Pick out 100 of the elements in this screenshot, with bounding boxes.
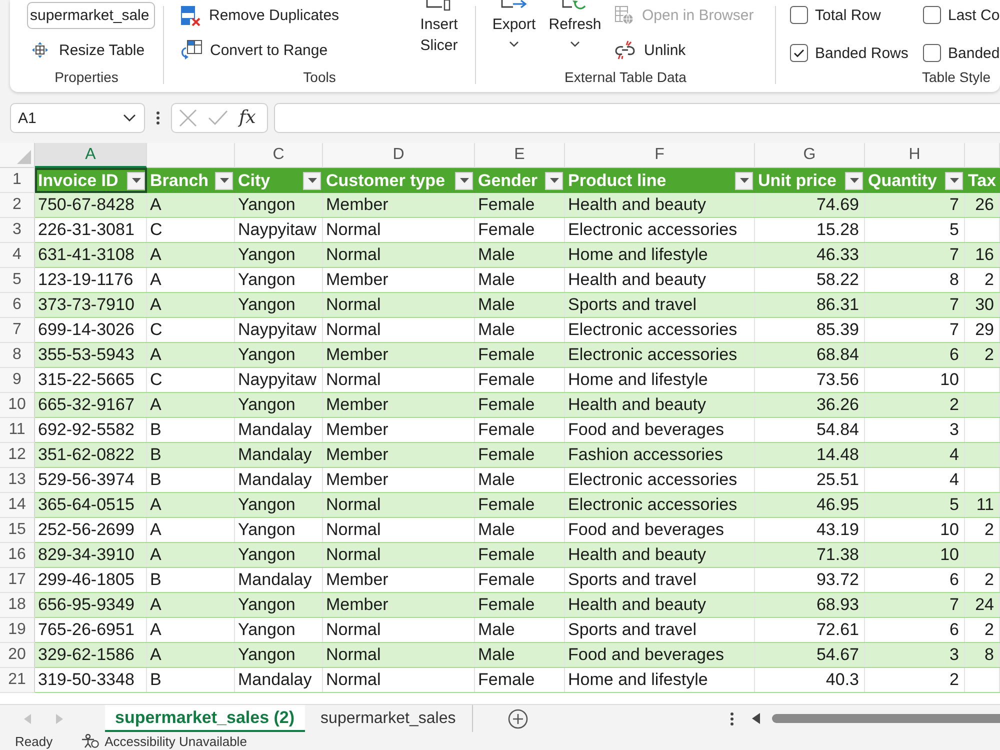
row-header[interactable]: 12: [0, 443, 35, 468]
table-cell: Normal: [323, 218, 475, 242]
filter-button[interactable]: [735, 172, 753, 190]
column-header[interactable]: F: [565, 143, 755, 168]
accessibility-status[interactable]: Accessibility Unavailable: [104, 734, 247, 748]
row-header[interactable]: 19: [0, 618, 35, 643]
table-cell: 2: [965, 568, 1000, 592]
table-cell: 14.48: [755, 443, 865, 467]
checkbox[interactable]: [790, 44, 808, 62]
table-cell: 299-46-1805: [35, 568, 147, 592]
table-cell: Health and beauty: [565, 193, 755, 217]
table-cell: 10: [865, 543, 965, 567]
row-header[interactable]: 21: [0, 668, 35, 693]
table-cell: Health and beauty: [565, 393, 755, 417]
table-cell: Normal: [323, 518, 475, 542]
filter-button[interactable]: [303, 172, 321, 190]
filter-button[interactable]: [127, 172, 145, 190]
caret-icon: [850, 178, 858, 183]
export-button[interactable]: Export: [488, 0, 540, 68]
table-cell: C: [147, 318, 235, 342]
column-header[interactable]: A: [35, 143, 147, 168]
table-cell: Male: [475, 643, 565, 667]
row-header[interactable]: 18: [0, 593, 35, 618]
caret-icon: [132, 178, 140, 183]
table-cell: Yangon: [235, 343, 323, 367]
checkbox-label[interactable]: Banded Rows: [815, 44, 908, 62]
convert-to-range-button[interactable]: Convert to Range: [180, 38, 328, 62]
table-cell: A: [147, 343, 235, 367]
table-cell: 2: [965, 343, 1000, 367]
column-header[interactable]: C: [235, 143, 323, 168]
row-header[interactable]: 6: [0, 293, 35, 318]
row-header[interactable]: 13: [0, 468, 35, 493]
checkbox-label[interactable]: Banded: [948, 44, 1000, 62]
row-header[interactable]: 5: [0, 268, 35, 293]
table-cell: 30: [965, 293, 1000, 317]
chevron-down-icon: [123, 114, 136, 122]
row-header[interactable]: 15: [0, 518, 35, 543]
table-cell: Electronic accessories: [565, 218, 755, 242]
column-header[interactable]: D: [323, 143, 475, 168]
row-header[interactable]: 11: [0, 418, 35, 443]
table-cell: Naypyitaw: [235, 318, 323, 342]
row-header[interactable]: 8: [0, 343, 35, 368]
row-header[interactable]: 3: [0, 218, 35, 243]
checkmark-icon[interactable]: [208, 110, 228, 126]
checkbox-label[interactable]: Last Co: [948, 6, 1000, 24]
column-header[interactable]: G: [755, 143, 865, 168]
name-box[interactable]: A1: [10, 103, 145, 133]
checkbox-label[interactable]: Total Row: [815, 6, 881, 24]
more-options-icon[interactable]: [156, 111, 160, 125]
table-cell: 123-19-1176: [35, 268, 147, 292]
filter-button[interactable]: [945, 172, 963, 190]
table-cell: Female: [475, 668, 565, 692]
table-cell: 10: [865, 518, 965, 542]
checkbox[interactable]: [923, 44, 941, 62]
column-header[interactable]: E: [475, 143, 565, 168]
row-header[interactable]: 17: [0, 568, 35, 593]
remove-duplicates-button[interactable]: Remove Duplicates: [180, 3, 340, 27]
table-cell: 68.93: [755, 593, 865, 617]
table-cell: 7: [865, 293, 965, 317]
table-cell: Member: [323, 193, 475, 217]
insert-function-button[interactable]: fx: [239, 107, 256, 129]
sheet-tab[interactable]: supermarket_sales: [304, 705, 473, 732]
refresh-icon: [562, 0, 588, 11]
table-cell: 7: [865, 593, 965, 617]
more-options-icon[interactable]: [730, 712, 734, 726]
table-name-field[interactable]: supermarket_sale: [27, 2, 155, 29]
row-header[interactable]: 1: [0, 168, 35, 193]
scroll-left-icon[interactable]: [752, 713, 760, 724]
insert-slicer-button[interactable]: Insert Slicer: [416, 0, 462, 68]
formula-input-field[interactable]: [274, 103, 1000, 133]
row-header[interactable]: 4: [0, 243, 35, 268]
checkbox[interactable]: [790, 6, 808, 24]
column-title: Branch: [150, 170, 209, 190]
row-header[interactable]: 20: [0, 643, 35, 668]
add-sheet-icon[interactable]: [508, 708, 528, 728]
row-header[interactable]: 10: [0, 393, 35, 418]
table-cell: 93.72: [755, 568, 865, 592]
row-header[interactable]: 7: [0, 318, 35, 343]
table-cell: 74.69: [755, 193, 865, 217]
table-cell: Food and beverages: [565, 643, 755, 667]
filter-button[interactable]: [545, 172, 563, 190]
row-header[interactable]: 2: [0, 193, 35, 218]
filter-button[interactable]: [845, 172, 863, 190]
table-cell: A: [147, 243, 235, 267]
filter-button[interactable]: [215, 172, 233, 190]
checkbox[interactable]: [923, 6, 941, 24]
table-cell: Female: [475, 193, 565, 217]
filter-button[interactable]: [455, 172, 473, 190]
column-header[interactable]: H: [865, 143, 965, 168]
row-header[interactable]: 14: [0, 493, 35, 518]
refresh-button[interactable]: Refresh: [547, 0, 603, 68]
sheet-tab[interactable]: supermarket_sales (2): [105, 705, 305, 732]
unlink-button[interactable]: Unlink: [614, 38, 686, 62]
row-header[interactable]: 16: [0, 543, 35, 568]
table-cell: Mandalay: [235, 468, 323, 492]
table-cell: Yangon: [235, 618, 323, 642]
resize-table-button[interactable]: Resize Table: [32, 38, 163, 62]
scrollbar-thumb[interactable]: [772, 714, 1000, 723]
table-cell: 226-31-3081: [35, 218, 147, 242]
row-header[interactable]: 9: [0, 368, 35, 393]
